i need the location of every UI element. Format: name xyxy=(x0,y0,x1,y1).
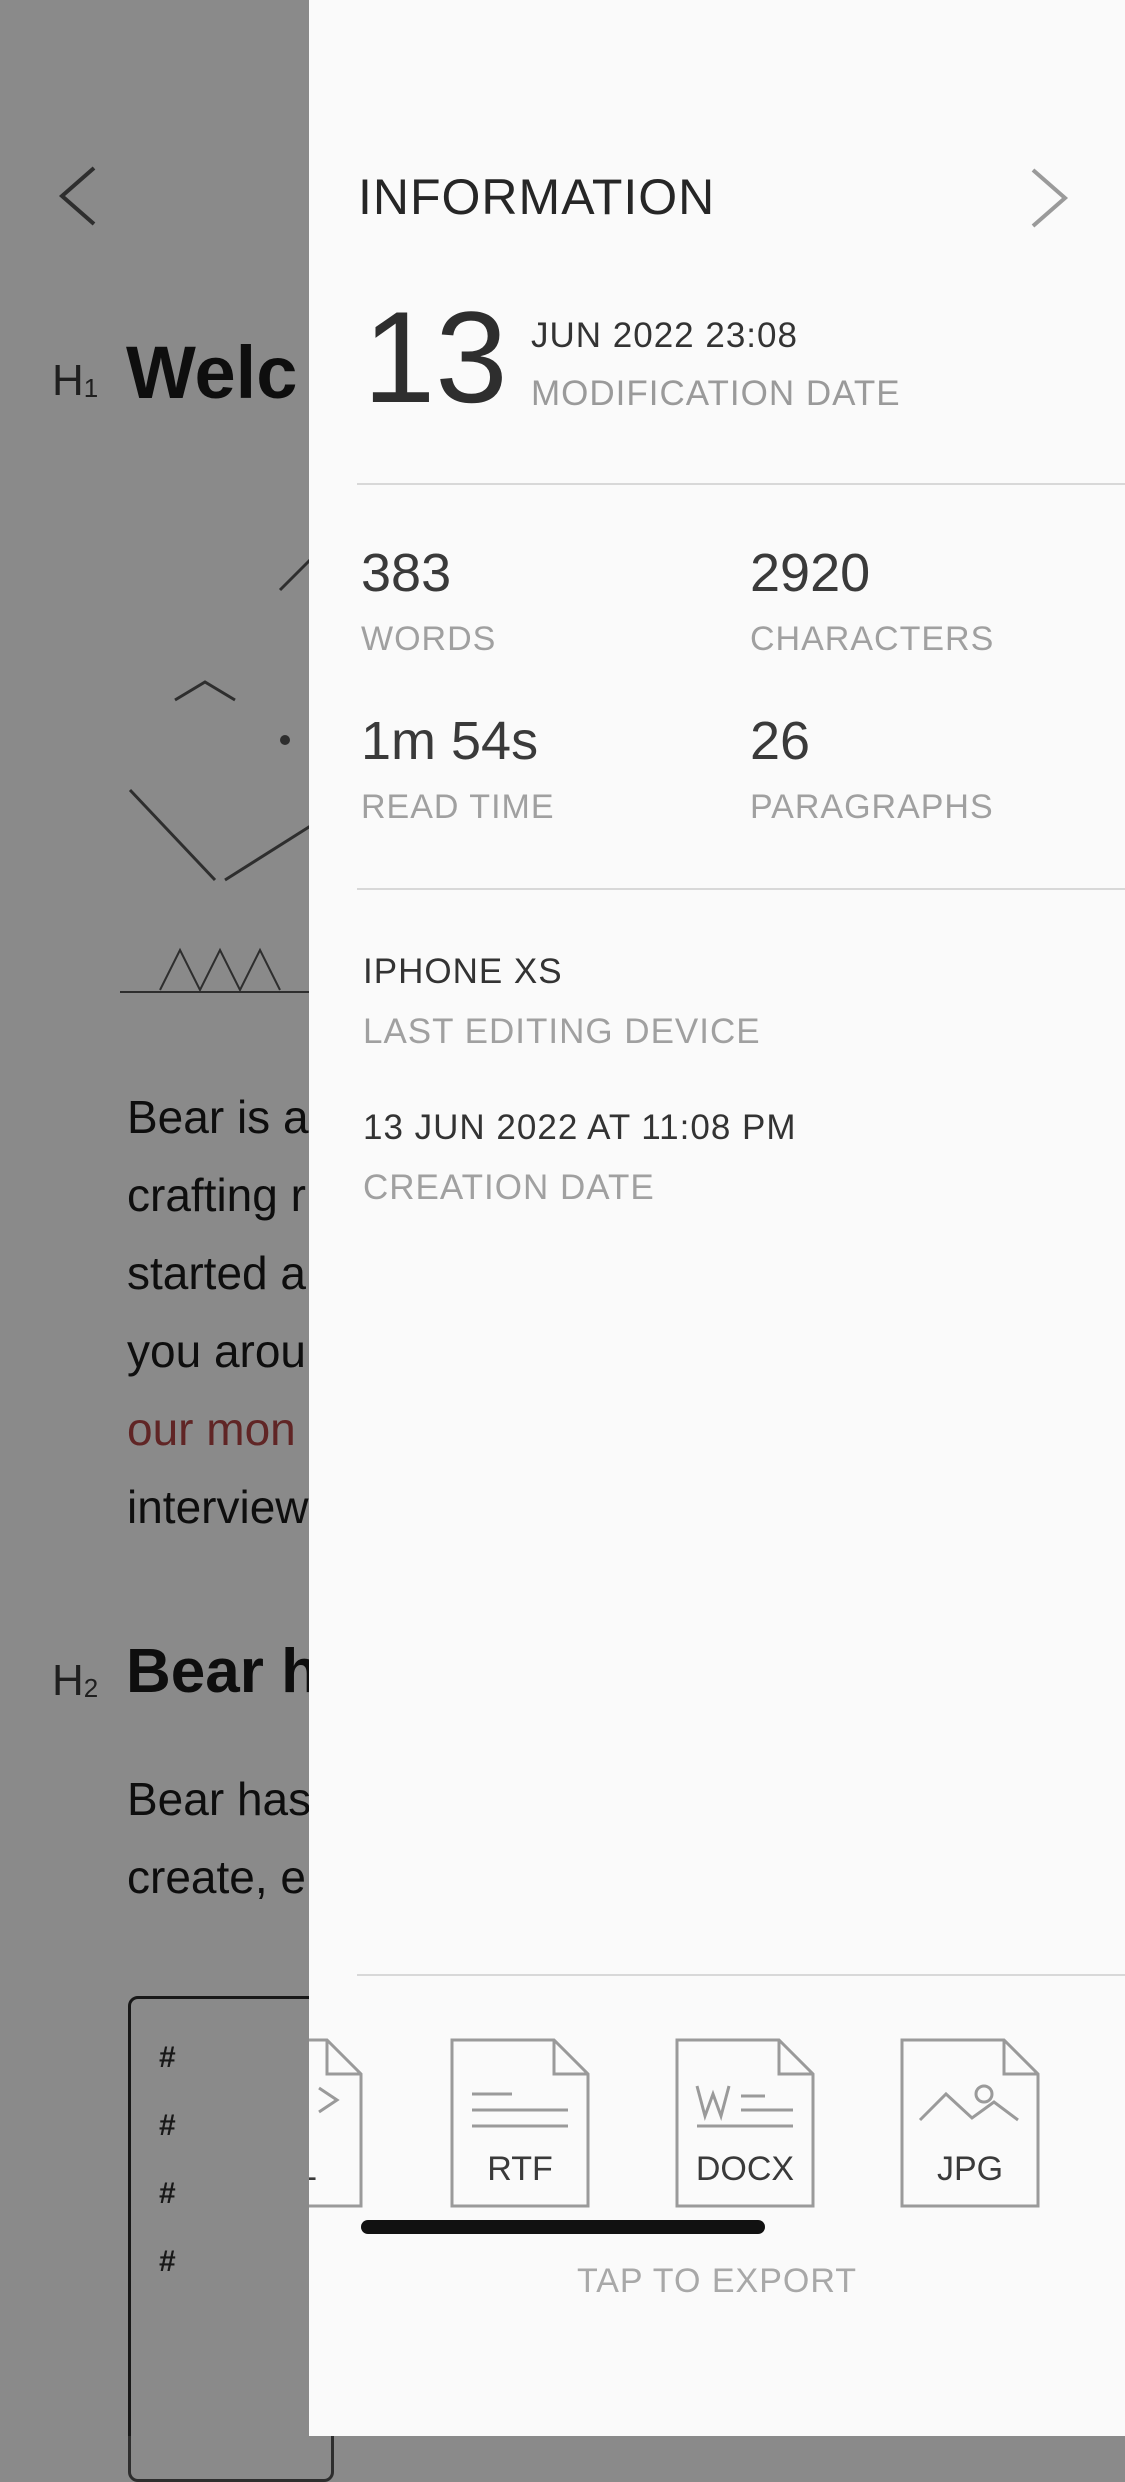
forward-chevron-icon[interactable] xyxy=(1027,166,1071,230)
home-indicator[interactable] xyxy=(361,2220,765,2234)
modification-date-value: JUN 2022 23:08 xyxy=(531,316,798,355)
last-device-value: IPHONE XS xyxy=(363,952,563,991)
read-time-value: 1m 54s xyxy=(361,711,539,771)
export-rtf-button[interactable]: RTF xyxy=(450,2038,590,2208)
information-panel: INFORMATION 13 JUN 2022 23:08 MODIFICATI… xyxy=(309,0,1125,2436)
export-html-label: ML xyxy=(309,2150,363,2189)
modification-day: 13 xyxy=(363,284,508,430)
export-html-button[interactable]: ML xyxy=(309,2038,363,2208)
creation-date-label: CREATION DATE xyxy=(363,1168,655,1207)
divider xyxy=(357,483,1125,485)
last-device-label: LAST EDITING DEVICE xyxy=(363,1012,761,1051)
export-hint: TAP TO EXPORT xyxy=(576,2262,858,2300)
paragraphs-label: PARAGRAPHS xyxy=(750,788,994,826)
panel-title: INFORMATION xyxy=(358,169,716,225)
read-time-label: READ TIME xyxy=(361,788,555,826)
divider xyxy=(357,1974,1125,1976)
divider xyxy=(357,888,1125,890)
creation-date-value: 13 JUN 2022 AT 11:08 PM xyxy=(363,1108,797,1147)
export-jpg-label: JPG xyxy=(936,2150,1004,2188)
export-docx-label: DOCX xyxy=(695,2150,795,2188)
words-label: WORDS xyxy=(361,620,497,658)
modification-date-label: MODIFICATION DATE xyxy=(531,374,901,413)
paragraphs-count: 26 xyxy=(750,711,811,771)
characters-count: 2920 xyxy=(750,543,871,603)
words-count: 383 xyxy=(361,543,452,603)
export-jpg-button[interactable]: JPG xyxy=(900,2038,1040,2208)
export-docx-button[interactable]: DOCX xyxy=(675,2038,815,2208)
export-rtf-label: RTF xyxy=(487,2150,553,2188)
characters-label: CHARACTERS xyxy=(750,620,995,658)
